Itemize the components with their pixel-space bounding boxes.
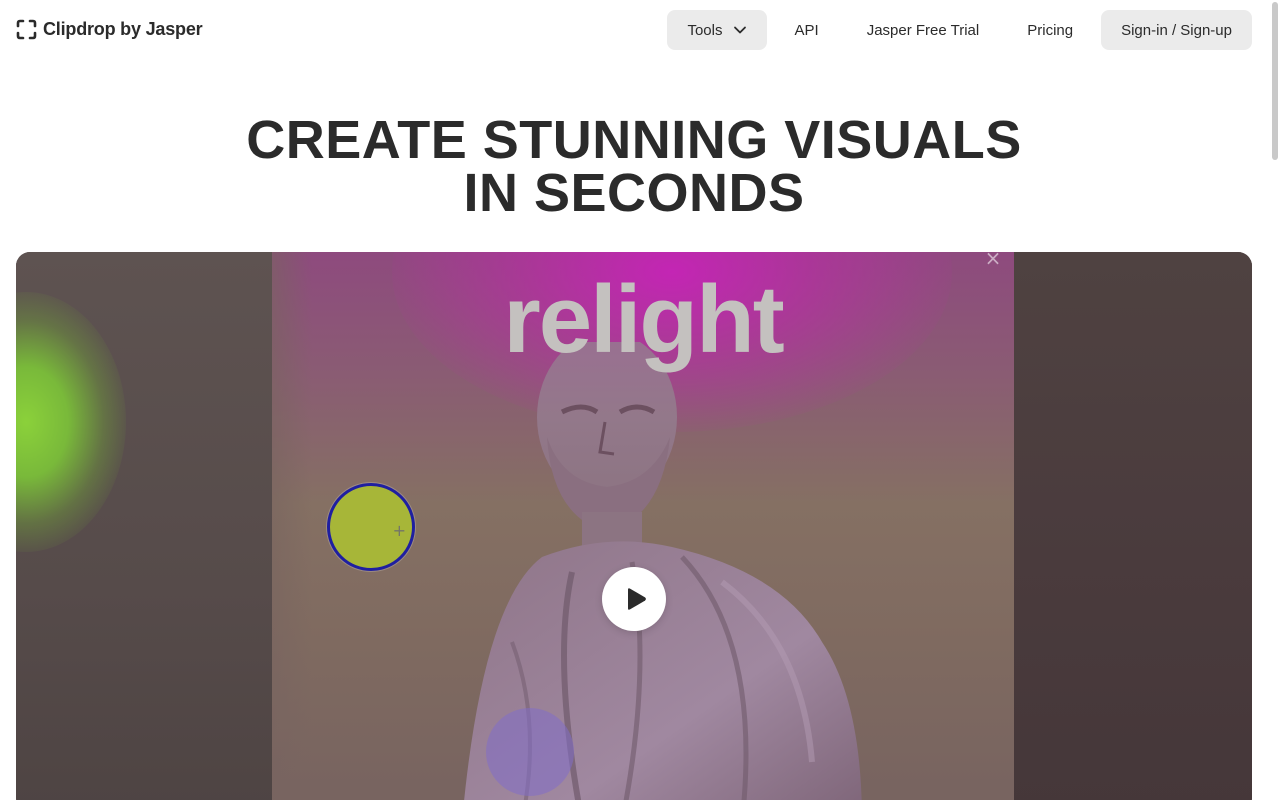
- tools-menu-button[interactable]: Tools: [667, 10, 767, 50]
- purple-light-source[interactable]: [486, 708, 574, 796]
- close-icon[interactable]: ×: [984, 252, 1002, 268]
- hero-title-line-2: IN SECONDS: [463, 163, 805, 223]
- page-scrollbar[interactable]: [1272, 2, 1278, 160]
- play-button[interactable]: [602, 567, 666, 631]
- nav-link-jasper-free-trial[interactable]: Jasper Free Trial: [843, 10, 1004, 50]
- hero-title-line-1: CREATE STUNNING VISUALS: [246, 110, 1022, 170]
- nav-link-api[interactable]: API: [767, 10, 843, 50]
- relight-overlay-text: relight: [503, 266, 784, 373]
- nav-link-pricing[interactable]: Pricing: [1003, 10, 1101, 50]
- video-background-left: [16, 252, 272, 800]
- hero-title: CREATE STUNNING VISUALS IN SECONDS: [0, 110, 1268, 223]
- move-cursor-icon: +: [392, 521, 406, 540]
- tools-label: Tools: [687, 21, 723, 39]
- logo-link[interactable]: Clipdrop by Jasper: [16, 19, 203, 40]
- light-source-handle[interactable]: +: [327, 483, 415, 571]
- logo-text: Clipdrop by Jasper: [43, 19, 203, 39]
- chevron-down-icon: [733, 26, 746, 34]
- video-background-right: [1014, 252, 1252, 800]
- main-nav: Tools API Jasper Free Trial Pricing Sign…: [667, 10, 1252, 50]
- signin-button[interactable]: Sign-in / Sign-up: [1101, 10, 1252, 50]
- hero-video[interactable]: relight × +: [16, 252, 1252, 800]
- green-light-glow: [16, 292, 126, 552]
- play-icon: [627, 588, 646, 610]
- site-header: Clipdrop by Jasper Tools API Jasper Free…: [0, 0, 1280, 60]
- clipdrop-bracket-icon: [16, 19, 37, 40]
